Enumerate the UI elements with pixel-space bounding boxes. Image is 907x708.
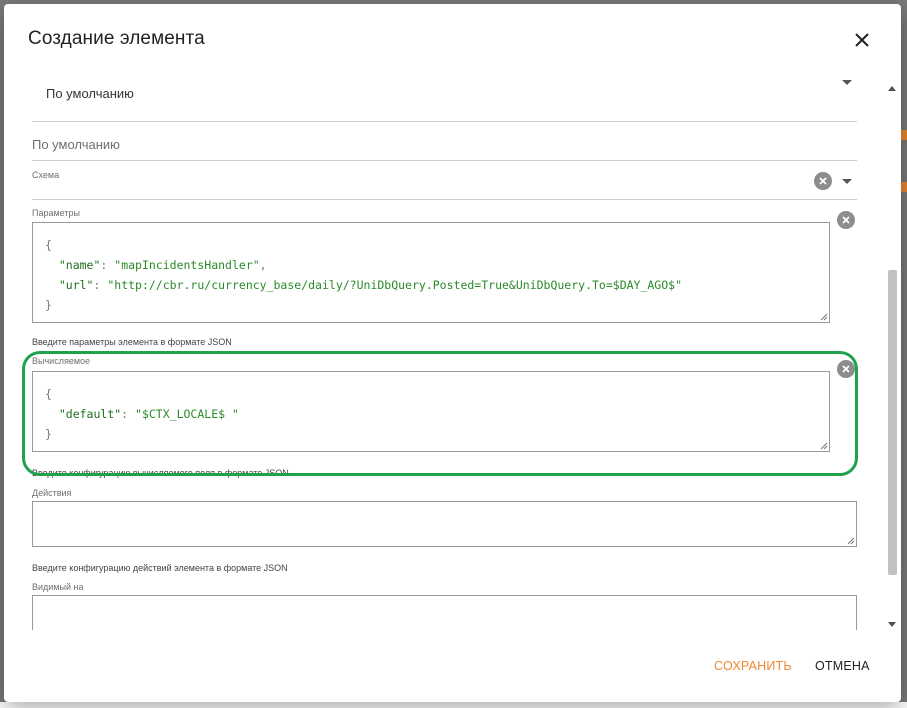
code-line: "name": "mapIncidentsHandler",	[45, 258, 267, 272]
actions-helper-text: Введите конфигурацию действий элемента в…	[32, 563, 288, 573]
code-token: :	[121, 407, 136, 421]
background-accent	[901, 130, 907, 140]
code-token: "http://cbr.ru/currency_base/daily/?UniD…	[107, 278, 683, 292]
visible-on-json-editor[interactable]	[32, 595, 857, 630]
resize-handle-icon[interactable]	[820, 442, 828, 450]
actions-label: Действия	[32, 488, 72, 498]
code-token: {	[45, 387, 52, 401]
params-json-editor[interactable]: { "name": "mapIncidentsHandler", "url": …	[32, 222, 830, 323]
dialog-content: По умолчанию По умолчанию Схема Параметр…	[4, 74, 901, 630]
schema-clear-icon[interactable]	[814, 172, 832, 190]
actions-json-editor[interactable]	[32, 501, 857, 547]
code-token: :	[93, 278, 108, 292]
computed-label: Вычисляемое	[32, 356, 91, 366]
schema-underline	[32, 199, 857, 200]
code-line: {	[45, 387, 52, 401]
dialog-title: Создание элемента	[28, 28, 205, 49]
chevron-down-icon[interactable]	[842, 179, 852, 184]
code-token: "$CTX_LOCALE$ "	[135, 407, 239, 421]
code-line: {	[45, 238, 52, 252]
save-button[interactable]: СОХРАНИТЬ	[714, 659, 792, 673]
code-line: }	[45, 298, 52, 312]
code-token: :	[100, 258, 115, 272]
code-token: ,	[259, 258, 267, 272]
close-icon[interactable]	[850, 28, 874, 52]
default-value-input[interactable]: По умолчанию	[32, 137, 120, 152]
code-token: }	[45, 427, 52, 441]
content-scrollbar[interactable]	[885, 80, 899, 630]
code-token: }	[45, 298, 52, 312]
code-line: "default": "$CTX_LOCALE$ "	[45, 407, 239, 421]
visible-on-label: Видимый на	[32, 582, 84, 592]
params-json-code: { "name": "mapIncidentsHandler", "url": …	[45, 235, 682, 315]
background-page-strip	[0, 702, 907, 708]
params-clear-icon[interactable]	[837, 211, 855, 229]
default-input-underline	[32, 160, 857, 161]
computed-json-code: { "default": "$CTX_LOCALE$ " }	[45, 384, 239, 444]
resize-handle-icon[interactable]	[847, 537, 855, 545]
resize-handle-icon[interactable]	[820, 313, 828, 321]
top-select-value[interactable]: По умолчанию	[46, 86, 134, 101]
computed-helper-text: Введите конфигурацию вычисляемого поля в…	[32, 468, 289, 478]
code-token: "name"	[58, 258, 101, 272]
params-helper-text: Введите параметры элемента в формате JSO…	[32, 337, 232, 347]
chevron-down-icon[interactable]	[842, 80, 852, 85]
scrollbar-thumb[interactable]	[888, 270, 897, 575]
top-select-underline	[32, 121, 857, 122]
params-label: Параметры	[32, 208, 80, 218]
code-token: "default"	[58, 407, 122, 421]
computed-clear-icon[interactable]	[837, 360, 855, 378]
scroll-down-icon[interactable]	[888, 622, 896, 627]
schema-label: Схема	[32, 170, 60, 180]
code-line: }	[45, 427, 52, 441]
code-token: {	[45, 238, 52, 252]
code-token: "url"	[58, 278, 94, 292]
create-element-dialog: Создание элемента По умолчанию По умолча…	[4, 4, 901, 702]
computed-json-editor[interactable]: { "default": "$CTX_LOCALE$ " }	[32, 371, 830, 452]
code-line: "url": "http://cbr.ru/currency_base/dail…	[45, 278, 682, 292]
scroll-up-icon[interactable]	[888, 86, 896, 91]
background-accent	[901, 182, 907, 192]
cancel-button[interactable]: ОТМЕНА	[815, 659, 870, 673]
code-token: "mapIncidentsHandler"	[114, 258, 260, 272]
